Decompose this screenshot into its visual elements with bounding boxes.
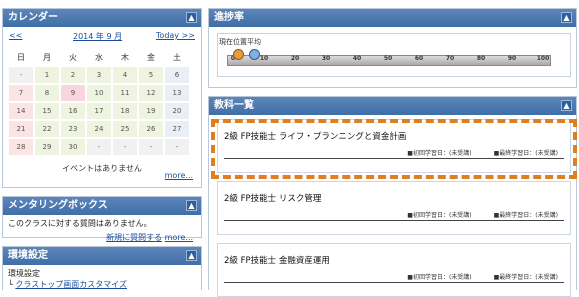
calendar-day: - [113,139,137,155]
mentoring-title: メンタリングボックス [8,200,108,211]
collapse-icon[interactable]: ▲ [186,12,197,23]
progress-tick-label: 80 [476,55,486,62]
average-position-marker [249,49,260,60]
calendar-panel: カレンダー ▲ << 2014 年 9 月 Today >> 日 月 火 水 木… [2,8,202,188]
highlight-callout [211,119,577,179]
prev-month-link[interactable]: << [9,31,22,40]
progress-tick-label: 100 [536,55,550,62]
mentoring-panel: メンタリングボックス ▲ このクラスに対する質問はありません。 新規に質問する … [2,196,202,242]
current-position-marker [233,49,244,60]
calendar-day[interactable]: 29 [35,139,59,155]
weekday-thu: 木 [121,52,129,62]
progress-header: 進捗率 ▲ [209,9,576,27]
calendar-day[interactable]: 18 [113,103,137,119]
progress-tick-label: 70 [445,55,455,62]
current-month-link[interactable]: 2014 年 9 月 [73,31,122,42]
calendar-more-link[interactable]: more... [165,171,193,180]
collapse-icon[interactable]: ▲ [561,12,572,23]
mentoring-header: メンタリングボックス ▲ [3,197,201,215]
weekday-wed: 水 [95,52,103,62]
calendar-day: - [139,139,163,155]
weekday-mon: 月 [43,52,51,62]
collapse-icon[interactable]: ▲ [186,200,197,211]
calendar-day[interactable]: 9 [61,85,85,101]
calendar-day[interactable]: 17 [87,103,111,119]
calendar-day[interactable]: 8 [35,85,59,101]
mentoring-more-link[interactable]: more... [165,233,193,242]
calendar-day[interactable]: 24 [87,121,111,137]
weekday-fri: 金 [147,52,155,62]
course-card[interactable]: 2級 FP技能士 金融資産運用 ■初回学習日：(未受講) ■最終学習日：(未受講) [217,243,571,297]
divider [224,282,564,283]
calendar-day[interactable]: 25 [113,121,137,137]
ask-question-link[interactable]: 新規に質問する [106,233,162,242]
environment-label: 環境設定 [8,269,40,278]
last-study-date: ■最終学習日：(未受講) [493,212,558,219]
progress-legend-label: 現在位置平均 [219,38,261,46]
progress-tick-label: 90 [507,55,517,62]
course-title[interactable]: 2級 FP技能士 リスク管理 [224,192,321,204]
progress-tick-label: 40 [352,55,362,62]
calendar-day[interactable]: 5 [139,67,163,83]
calendar-day[interactable]: 13 [165,85,189,101]
course-title[interactable]: 2級 FP技能士 金融資産運用 [224,254,330,266]
collapse-icon[interactable]: ▲ [561,100,572,111]
calendar-day[interactable]: 7 [9,85,33,101]
collapse-icon[interactable]: ▲ [186,250,197,261]
calendar-day[interactable]: 1 [35,67,59,83]
progress-tick-label: 20 [290,55,300,62]
today-link[interactable]: Today >> [156,31,195,40]
calendar-day[interactable]: 23 [61,121,85,137]
calendar-day[interactable]: 30 [61,139,85,155]
calendar-day[interactable]: 6 [165,67,189,83]
first-study-date: ■初回学習日：(未受講) [407,212,472,219]
calendar-title: カレンダー [8,12,58,23]
calendar-day: - [87,139,111,155]
course-list-header: 教科一覧 ▲ [209,97,576,115]
calendar-day[interactable]: 16 [61,103,85,119]
calendar-day[interactable]: 21 [9,121,33,137]
next-month-label: >> [181,31,195,40]
weekday-tue: 火 [69,52,77,62]
calendar-day[interactable]: 15 [35,103,59,119]
calendar-day[interactable]: 3 [87,67,111,83]
calendar-day[interactable]: 10 [87,85,111,101]
progress-tick-label: 50 [383,55,393,62]
progress-tick-label: 30 [321,55,331,62]
calendar-header: カレンダー ▲ [3,9,201,27]
environment-title: 環境設定 [8,250,48,261]
first-study-date: ■初回学習日：(未受講) [407,274,472,281]
calendar-grid: 日 月 火 水 木 金 土 -1 2 3 4 5 6 7 8 9 10 11 12 13 14 15 16 17… [7,47,191,157]
calendar-day[interactable]: 22 [35,121,59,137]
mentoring-message: このクラスに対する質問はありません。 [8,219,152,228]
course-card[interactable]: 2級 FP技能士 リスク管理 ■初回学習日：(未受講) ■最終学習日：(未受講) [217,181,571,235]
calendar-day: - [165,139,189,155]
progress-panel: 進捗率 ▲ 現在位置平均 0 10 20 30 40 50 60 70 80 90 100 [208,8,577,88]
calendar-day[interactable]: 11 [113,85,137,101]
calendar-nav: << 2014 年 9 月 Today >> [9,31,195,45]
environment-header: 環境設定 ▲ [3,247,201,265]
calendar-day[interactable]: 2 [61,67,85,83]
last-study-date: ■最終学習日：(未受講) [493,274,558,281]
calendar-day[interactable]: 4 [113,67,137,83]
today-label: Today [155,31,180,40]
calendar-day[interactable]: 26 [139,121,163,137]
calendar-day[interactable]: 14 [9,103,33,119]
calendar-day[interactable]: 19 [139,103,163,119]
divider [224,220,564,221]
calendar-day[interactable]: 12 [139,85,163,101]
calendar-day[interactable]: 27 [165,121,189,137]
course-list-title: 教科一覧 [214,100,254,111]
environment-panel: 環境設定 ▲ 環境設定 └ クラストップ画面カスタマイズ [2,246,202,290]
weekday-sat: 土 [173,52,181,62]
progress-title: 進捗率 [214,12,244,23]
calendar-day: - [9,67,33,83]
progress-tick-label: 60 [414,55,424,62]
calendar-day[interactable]: 20 [165,103,189,119]
calendar-day[interactable]: 28 [9,139,33,155]
weekday-sun: 日 [17,52,25,62]
customize-top-link[interactable]: クラストップ画面カスタマイズ [15,280,127,289]
